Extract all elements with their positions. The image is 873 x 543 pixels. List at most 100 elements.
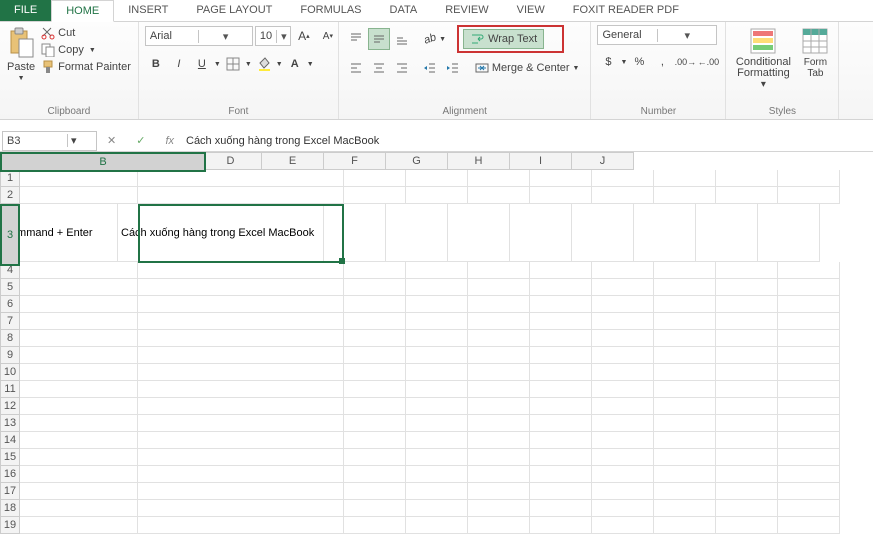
cell-F19[interactable]	[530, 517, 592, 534]
cell-F6[interactable]	[530, 296, 592, 313]
cell-J15[interactable]	[778, 449, 840, 466]
cell-E17[interactable]	[468, 483, 530, 500]
decrease-indent-button[interactable]	[419, 57, 441, 79]
col-header-A[interactable]: A	[20, 152, 138, 170]
cell-D2[interactable]	[406, 187, 468, 204]
increase-decimal-button[interactable]: .00→	[674, 51, 696, 73]
cell-I10[interactable]	[716, 364, 778, 381]
increase-indent-button[interactable]	[442, 57, 464, 79]
cell-D19[interactable]	[406, 517, 468, 534]
fx-icon[interactable]: fx	[155, 135, 184, 147]
cell-H5[interactable]	[654, 279, 716, 296]
cell-D11[interactable]	[406, 381, 468, 398]
row-header[interactable]: 12	[0, 398, 20, 415]
cell-C18[interactable]	[344, 500, 406, 517]
cell-A12[interactable]	[20, 398, 138, 415]
font-name-combo[interactable]: Arial▾	[145, 26, 253, 46]
cell-F10[interactable]	[530, 364, 592, 381]
row-header[interactable]: 1	[0, 170, 20, 187]
align-top-button[interactable]	[345, 28, 367, 50]
cell-G10[interactable]	[592, 364, 654, 381]
borders-button[interactable]	[222, 53, 244, 75]
grow-font-button[interactable]: A▴	[293, 25, 315, 47]
cell-D10[interactable]	[406, 364, 468, 381]
cell-I3[interactable]	[696, 204, 758, 262]
cell-A16[interactable]	[20, 466, 138, 483]
cell-C7[interactable]	[344, 313, 406, 330]
cell-B9[interactable]	[138, 347, 344, 364]
cell-I11[interactable]	[716, 381, 778, 398]
cell-I14[interactable]	[716, 432, 778, 449]
cell-G18[interactable]	[592, 500, 654, 517]
col-header-J[interactable]: J	[572, 152, 634, 170]
cell-A5[interactable]	[20, 279, 138, 296]
col-header-G[interactable]: G	[386, 152, 448, 170]
cell-B1[interactable]	[138, 170, 344, 187]
row-header[interactable]: 2	[0, 187, 20, 204]
cell-H14[interactable]	[654, 432, 716, 449]
cell-C17[interactable]	[344, 483, 406, 500]
cell-F17[interactable]	[530, 483, 592, 500]
font-size-combo[interactable]: 10▾	[255, 26, 291, 46]
cell-H12[interactable]	[654, 398, 716, 415]
cell-B6[interactable]	[138, 296, 344, 313]
enter-icon[interactable]: ✓	[126, 134, 155, 147]
cell-I9[interactable]	[716, 347, 778, 364]
cell-H8[interactable]	[654, 330, 716, 347]
cell-J13[interactable]	[778, 415, 840, 432]
cell-D16[interactable]	[406, 466, 468, 483]
cell-C1[interactable]	[344, 170, 406, 187]
cell-D4[interactable]	[406, 262, 468, 279]
cell-E1[interactable]	[468, 170, 530, 187]
cell-C12[interactable]	[344, 398, 406, 415]
format-painter-button[interactable]: Format Painter	[40, 59, 132, 75]
cell-G6[interactable]	[592, 296, 654, 313]
cell-G15[interactable]	[592, 449, 654, 466]
cell-C2[interactable]	[344, 187, 406, 204]
row-header[interactable]: 14	[0, 432, 20, 449]
cell-F15[interactable]	[530, 449, 592, 466]
cell-J14[interactable]	[778, 432, 840, 449]
font-color-button[interactable]: A	[284, 53, 306, 75]
row-header[interactable]: 8	[0, 330, 20, 347]
cell-F1[interactable]	[530, 170, 592, 187]
cell-H11[interactable]	[654, 381, 716, 398]
cell-F3[interactable]	[510, 204, 572, 262]
cell-A13[interactable]	[20, 415, 138, 432]
cell-A15[interactable]	[20, 449, 138, 466]
row-header[interactable]: 7	[0, 313, 20, 330]
tab-file[interactable]: FILE	[0, 0, 51, 21]
row-header[interactable]: 19	[0, 517, 20, 534]
align-bottom-button[interactable]	[391, 28, 413, 50]
cell-B4[interactable]	[138, 262, 344, 279]
col-header-C[interactable]: C	[138, 152, 200, 170]
cell-C19[interactable]	[344, 517, 406, 534]
cell-C8[interactable]	[344, 330, 406, 347]
cell-H18[interactable]	[654, 500, 716, 517]
cell-D9[interactable]	[406, 347, 468, 364]
cell-F13[interactable]	[530, 415, 592, 432]
cell-I13[interactable]	[716, 415, 778, 432]
currency-button[interactable]: $	[597, 51, 619, 73]
cell-G3[interactable]	[572, 204, 634, 262]
cell-C11[interactable]	[344, 381, 406, 398]
cell-D3[interactable]	[386, 204, 448, 262]
name-box-input[interactable]	[3, 135, 67, 147]
orientation-button[interactable]: ab▼	[419, 28, 451, 50]
cell-A18[interactable]	[20, 500, 138, 517]
cell-C10[interactable]	[344, 364, 406, 381]
cell-D15[interactable]	[406, 449, 468, 466]
cell-C16[interactable]	[344, 466, 406, 483]
cell-I6[interactable]	[716, 296, 778, 313]
cell-D14[interactable]	[406, 432, 468, 449]
cell-C6[interactable]	[344, 296, 406, 313]
cell-E5[interactable]	[468, 279, 530, 296]
formula-input[interactable]: Cách xuống hàng trong Excel MacBook	[184, 135, 873, 147]
align-middle-button[interactable]	[368, 28, 390, 50]
cell-B5[interactable]	[138, 279, 344, 296]
cell-J19[interactable]	[778, 517, 840, 534]
cell-A9[interactable]	[20, 347, 138, 364]
cell-H2[interactable]	[654, 187, 716, 204]
cell-J1[interactable]	[778, 170, 840, 187]
cell-C13[interactable]	[344, 415, 406, 432]
